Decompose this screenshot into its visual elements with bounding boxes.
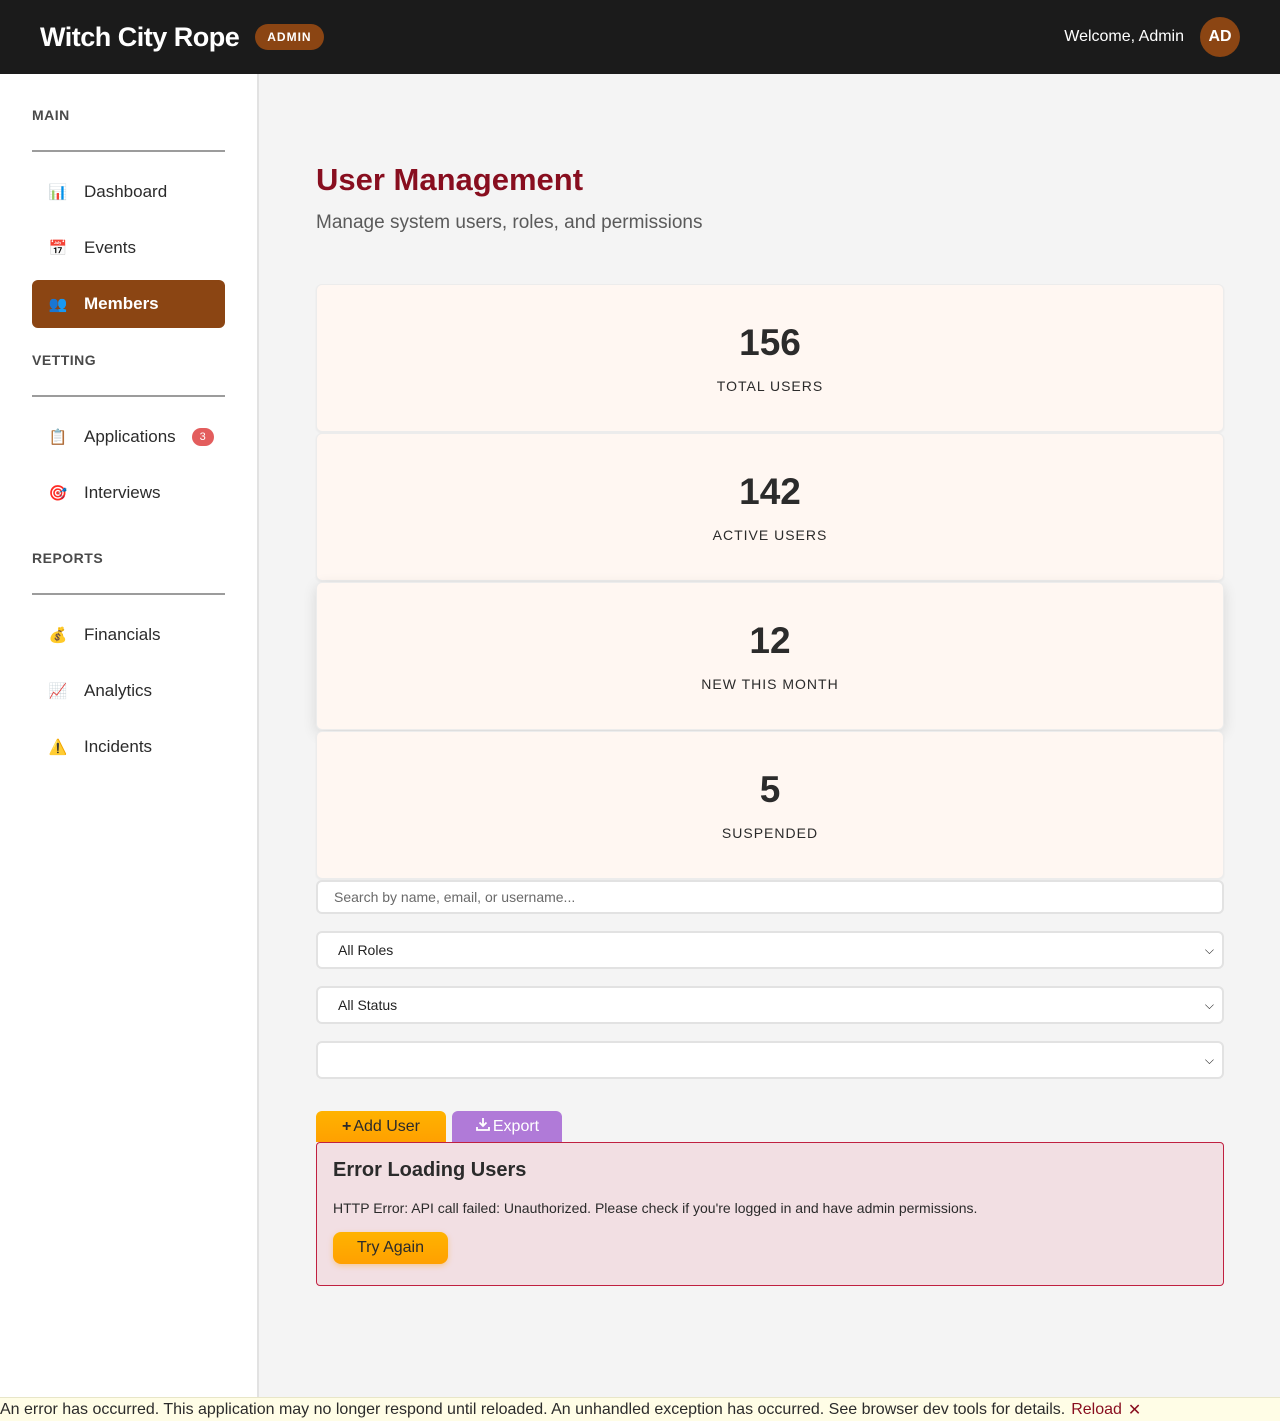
- nav-list-main: 📊 Dashboard 📅 Events 👥 Members: [32, 152, 225, 328]
- page-subtitle: Manage system users, roles, and permissi…: [316, 212, 703, 233]
- sidebar-item-members[interactable]: 👥 Members: [32, 280, 225, 328]
- stats-grid: 156 TOTAL USERS 142 ACTIVE USERS 12 NEW …: [316, 284, 1224, 879]
- avatar[interactable]: AD: [1200, 17, 1240, 57]
- role-filter-value: All Roles: [338, 942, 394, 958]
- sidebar-item-analytics[interactable]: 📈 Analytics: [32, 667, 225, 715]
- main-content: User Management Manage system users, rol…: [316, 74, 1224, 1286]
- stat-value: 5: [759, 769, 781, 810]
- sidebar-item-label: Members: [84, 294, 159, 313]
- stat-label: SUSPENDED: [721, 825, 819, 841]
- sidebar-item-label: Financials: [84, 625, 161, 644]
- target-icon: 🎯: [48, 485, 68, 502]
- chevron-down-icon: ⌵: [1204, 1052, 1214, 1067]
- export-label: Export: [492, 1117, 540, 1135]
- status-filter-value: All Status: [338, 997, 398, 1013]
- search-placeholder: Search by name, email, or username...: [334, 889, 576, 905]
- sidebar-item-dashboard[interactable]: 📊 Dashboard: [32, 168, 225, 216]
- sidebar-item-incidents[interactable]: ⚠️ Incidents: [32, 723, 225, 771]
- top-navbar: Witch City Rope ADMIN Welcome, Admin AD: [0, 0, 1280, 74]
- warning-icon: ⚠️: [48, 739, 68, 756]
- bar-chart-icon: 📊: [48, 184, 68, 201]
- error-notification-bar: An error has occurred. This application …: [0, 1397, 1280, 1421]
- calendar-icon: 📅: [48, 240, 68, 257]
- stat-value: 156: [739, 322, 801, 363]
- role-filter-select[interactable]: All Roles ⌵: [316, 931, 1224, 969]
- reload-link[interactable]: Reload: [1071, 1401, 1122, 1419]
- stat-card-new-this-month: 12 NEW THIS MONTH: [316, 582, 1224, 730]
- chevron-down-icon: ⌵: [1204, 942, 1214, 957]
- stat-value: 142: [739, 471, 801, 512]
- clipboard-icon: 📋: [48, 429, 68, 446]
- sidebar-item-label: Interviews: [84, 483, 161, 502]
- stat-label: TOTAL USERS: [716, 378, 824, 394]
- count-badge: 3: [191, 428, 214, 446]
- error-bar-message: An error has occurred. This application …: [0, 1400, 1066, 1418]
- error-message: HTTP Error: API call failed: Unauthorize…: [333, 1200, 978, 1216]
- sidebar-item-label: Incidents: [84, 737, 153, 756]
- sidebar-item-events[interactable]: 📅 Events: [32, 224, 225, 272]
- stat-card-total-users: 156 TOTAL USERS: [316, 284, 1224, 432]
- stat-label: ACTIVE USERS: [712, 527, 828, 543]
- download-icon: [475, 1116, 491, 1137]
- stat-label: NEW THIS MONTH: [701, 676, 839, 692]
- stat-card-suspended: 5 SUSPENDED: [316, 731, 1224, 879]
- page-title: User Management: [316, 162, 584, 197]
- error-title: Error Loading Users: [333, 1159, 527, 1181]
- sidebar-item-label: Analytics: [84, 681, 153, 700]
- trend-chart-icon: 📈: [48, 683, 68, 700]
- action-bar: + Add User Export: [316, 1111, 1224, 1142]
- plus-icon: +: [341, 1117, 352, 1135]
- export-button[interactable]: Export: [452, 1111, 562, 1142]
- nav-list-vetting: 📋 Applications 3 🎯 Interviews: [32, 397, 225, 517]
- try-again-button[interactable]: Try Again: [333, 1232, 448, 1264]
- section-title-reports: REPORTS: [32, 525, 225, 595]
- section-title-vetting: VETTING: [32, 336, 225, 397]
- add-user-label: Add User: [353, 1117, 421, 1135]
- nav-list-reports: 💰 Financials 📈 Analytics ⚠️ Incidents: [32, 595, 225, 771]
- section-title-main: MAIN: [32, 74, 225, 152]
- stat-value: 12: [749, 620, 791, 661]
- status-filter-select[interactable]: All Status ⌵: [316, 986, 1224, 1024]
- close-icon[interactable]: ✕: [1128, 1400, 1141, 1420]
- error-panel: Error Loading Users HTTP Error: API call…: [316, 1142, 1224, 1286]
- admin-badge: ADMIN: [255, 24, 324, 50]
- sidebar: MAIN 📊 Dashboard 📅 Events 👥 Members VETT…: [0, 74, 259, 1397]
- sidebar-item-interviews[interactable]: 🎯 Interviews: [32, 469, 225, 517]
- welcome-text: Welcome, Admin: [1064, 28, 1184, 45]
- sidebar-item-label: Applications: [84, 427, 176, 446]
- add-user-button[interactable]: + Add User: [316, 1111, 446, 1142]
- sidebar-item-applications[interactable]: 📋 Applications 3: [32, 413, 225, 461]
- money-bag-icon: 💰: [48, 627, 68, 644]
- search-input[interactable]: Search by name, email, or username...: [316, 880, 1224, 914]
- extra-filter-select[interactable]: ⌵: [316, 1041, 1224, 1079]
- sidebar-item-label: Dashboard: [84, 182, 168, 201]
- stat-card-active-users: 142 ACTIVE USERS: [316, 433, 1224, 581]
- sidebar-item-label: Events: [84, 238, 136, 257]
- chevron-down-icon: ⌵: [1204, 997, 1214, 1012]
- brand-logo-text[interactable]: Witch City Rope: [40, 22, 240, 53]
- sidebar-item-financials[interactable]: 💰 Financials: [32, 611, 225, 659]
- people-icon: 👥: [48, 296, 68, 313]
